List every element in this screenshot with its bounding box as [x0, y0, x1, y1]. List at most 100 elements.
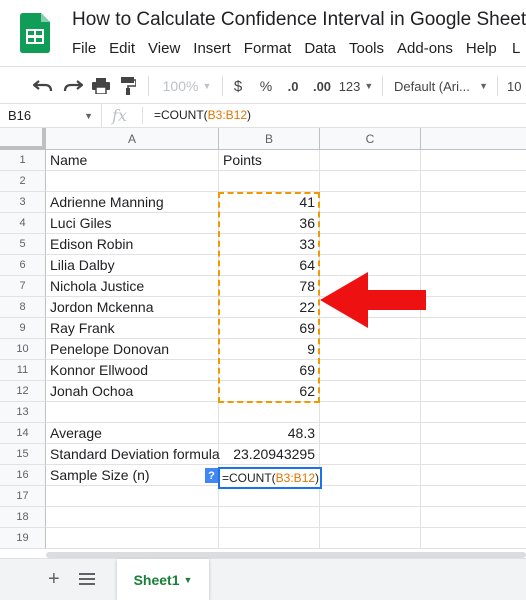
cell-d3[interactable]: [421, 192, 526, 213]
row-header-16[interactable]: 16: [0, 465, 46, 486]
row-header-2[interactable]: 2: [0, 171, 46, 192]
add-sheet-button[interactable]: +: [48, 568, 60, 591]
sheets-logo-icon[interactable]: [20, 13, 50, 53]
row-header-9[interactable]: 9: [0, 318, 46, 339]
active-cell-b16[interactable]: =COUNT(B3:B12): [218, 467, 322, 489]
cell-c5[interactable]: [320, 234, 421, 255]
cell-c3[interactable]: [320, 192, 421, 213]
zoom-select[interactable]: 100% ▼: [155, 74, 219, 98]
cell-d4[interactable]: [421, 213, 526, 234]
row-header-10[interactable]: 10: [0, 339, 46, 360]
undo-icon[interactable]: [30, 74, 56, 98]
cell-b19[interactable]: [219, 528, 320, 549]
cell-c16[interactable]: [320, 465, 421, 486]
menu-format[interactable]: Format: [244, 40, 292, 57]
more-formats-button[interactable]: 123 ▼: [339, 74, 374, 98]
cell-d6[interactable]: [421, 255, 526, 276]
cell-b3[interactable]: 41: [219, 192, 320, 213]
cell-d5[interactable]: [421, 234, 526, 255]
cell-a16[interactable]: Sample Size (n): [46, 465, 219, 486]
redo-icon[interactable]: [60, 74, 86, 98]
cell-a6[interactable]: Lilia Dalby: [46, 255, 219, 276]
decrease-decimal-button[interactable]: .0: [282, 74, 304, 98]
currency-button[interactable]: $: [229, 74, 247, 98]
cell-b6[interactable]: 64: [219, 255, 320, 276]
cell-c11[interactable]: [320, 360, 421, 381]
row-header-1[interactable]: 1: [0, 150, 46, 171]
menu-help[interactable]: Help: [466, 40, 497, 57]
percent-button[interactable]: %: [257, 74, 275, 98]
cell-b13[interactable]: [219, 402, 320, 423]
cell-a4[interactable]: Luci Giles: [46, 213, 219, 234]
row-header-18[interactable]: 18: [0, 507, 46, 528]
cell-d13[interactable]: [421, 402, 526, 423]
cell-c2[interactable]: [320, 171, 421, 192]
cell-b10[interactable]: 9: [219, 339, 320, 360]
column-header-a[interactable]: A: [46, 128, 219, 150]
menu-tools[interactable]: Tools: [349, 40, 384, 57]
name-box[interactable]: B16 ▼: [0, 104, 102, 127]
row-header-8[interactable]: 8: [0, 297, 46, 318]
last-edit-link[interactable]: L: [512, 40, 520, 57]
row-header-14[interactable]: 14: [0, 423, 46, 444]
cell-a5[interactable]: Edison Robin: [46, 234, 219, 255]
cell-d1[interactable]: [421, 150, 526, 171]
sheet-tab-sheet1[interactable]: Sheet1 ▼: [117, 559, 209, 600]
row-header-15[interactable]: 15: [0, 444, 46, 465]
cell-c10[interactable]: [320, 339, 421, 360]
cell-b15[interactable]: 23.20943295: [219, 444, 320, 465]
formula-input[interactable]: =COUNT(B3:B12): [154, 108, 251, 122]
paint-format-icon[interactable]: [117, 74, 139, 98]
font-select[interactable]: Default (Ari... ▼: [394, 74, 488, 98]
cell-d10[interactable]: [421, 339, 526, 360]
cell-a7[interactable]: Nichola Justice: [46, 276, 219, 297]
cell-d11[interactable]: [421, 360, 526, 381]
cell-b12[interactable]: 62: [219, 381, 320, 402]
cell-d17[interactable]: [421, 486, 526, 507]
cell-d19[interactable]: [421, 528, 526, 549]
cell-b8[interactable]: 22: [219, 297, 320, 318]
cell-a10[interactable]: Penelope Donovan: [46, 339, 219, 360]
select-all-corner[interactable]: [0, 128, 46, 150]
row-header-6[interactable]: 6: [0, 255, 46, 276]
all-sheets-icon[interactable]: [79, 573, 95, 585]
menu-insert[interactable]: Insert: [193, 40, 231, 57]
cell-c12[interactable]: [320, 381, 421, 402]
menu-file[interactable]: File: [72, 40, 96, 57]
cell-a17[interactable]: [46, 486, 219, 507]
cell-b1[interactable]: Points: [219, 150, 320, 171]
cell-c4[interactable]: [320, 213, 421, 234]
cell-d12[interactable]: [421, 381, 526, 402]
cell-b2[interactable]: [219, 171, 320, 192]
cell-b7[interactable]: 78: [219, 276, 320, 297]
menu-edit[interactable]: Edit: [109, 40, 135, 57]
cell-c17[interactable]: [320, 486, 421, 507]
cell-b11[interactable]: 69: [219, 360, 320, 381]
cell-d8[interactable]: [421, 297, 526, 318]
cell-a13[interactable]: [46, 402, 219, 423]
cell-d15[interactable]: [421, 444, 526, 465]
cell-d18[interactable]: [421, 507, 526, 528]
cell-b18[interactable]: [219, 507, 320, 528]
cell-a2[interactable]: [46, 171, 219, 192]
cell-b9[interactable]: 69: [219, 318, 320, 339]
menu-data[interactable]: Data: [304, 40, 336, 57]
document-title[interactable]: How to Calculate Confidence Interval in …: [72, 9, 526, 31]
cell-c1[interactable]: [320, 150, 421, 171]
cell-a3[interactable]: Adrienne Manning: [46, 192, 219, 213]
row-header-11[interactable]: 11: [0, 360, 46, 381]
row-header-5[interactable]: 5: [0, 234, 46, 255]
column-header-c[interactable]: C: [320, 128, 421, 150]
cell-c15[interactable]: [320, 444, 421, 465]
font-size-select[interactable]: 10: [507, 74, 526, 98]
cell-d14[interactable]: [421, 423, 526, 444]
cell-b4[interactable]: 36: [219, 213, 320, 234]
cell-d2[interactable]: [421, 171, 526, 192]
row-header-3[interactable]: 3: [0, 192, 46, 213]
cell-a18[interactable]: [46, 507, 219, 528]
print-icon[interactable]: [89, 74, 113, 98]
column-header-d[interactable]: [421, 128, 526, 150]
cell-d7[interactable]: [421, 276, 526, 297]
cell-b14[interactable]: 48.3: [219, 423, 320, 444]
cell-a11[interactable]: Konnor Ellwood: [46, 360, 219, 381]
